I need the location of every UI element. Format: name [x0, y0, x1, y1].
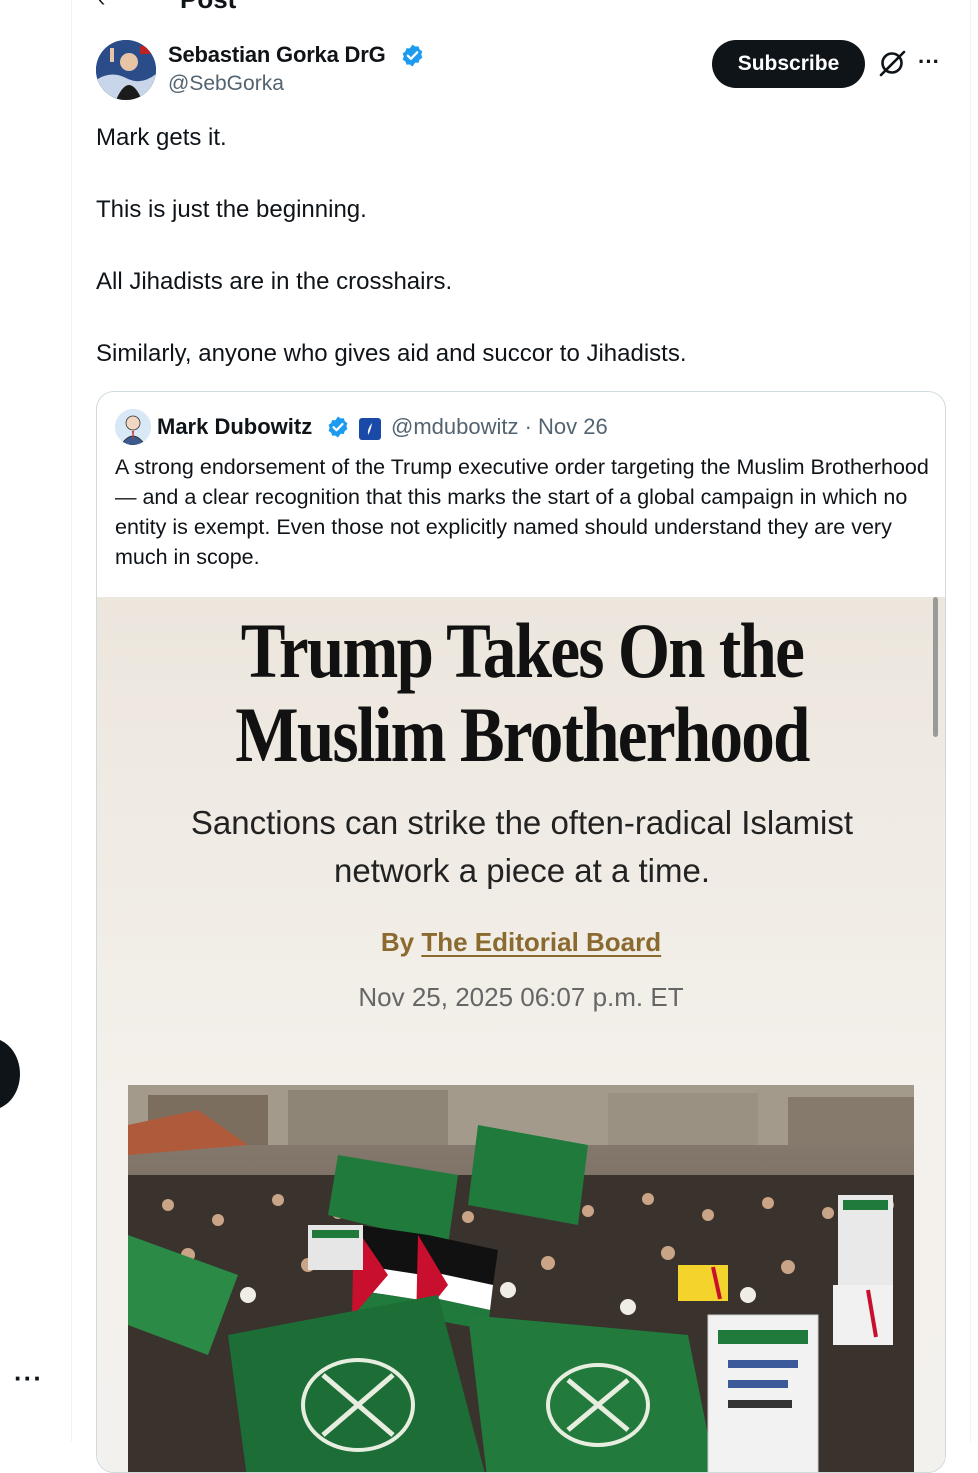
- post-paragraph: Mark gets it.: [96, 124, 227, 151]
- verified-badge-icon: [328, 416, 348, 438]
- author-avatar[interactable]: [96, 40, 156, 100]
- left-navigation-rail: ···: [0, 0, 72, 1442]
- back-arrow-icon[interactable]: ‹: [98, 0, 105, 12]
- column-divider: [970, 0, 971, 1442]
- post-compose-button[interactable]: [0, 1038, 20, 1110]
- article-byline: By The Editorial Board: [97, 927, 945, 958]
- post-paragraph: This is just the beginning.: [96, 196, 367, 223]
- article-subheadline: Sanctions can strike the often-radical I…: [190, 804, 854, 889]
- more-options-icon[interactable]: ···: [14, 1365, 43, 1391]
- more-icon[interactable]: ···: [918, 50, 948, 74]
- page-title: Post: [180, 0, 236, 15]
- subscribe-button[interactable]: Subscribe: [712, 40, 865, 88]
- article-headline: Trump Takes On the Muslim Brotherhood: [235, 607, 810, 778]
- quoted-author-avatar[interactable]: [115, 409, 151, 445]
- post-text: Mark gets it. This is just the beginning…: [96, 120, 956, 408]
- byline-prefix: By: [380, 927, 415, 957]
- byline-author-link[interactable]: The Editorial Board: [421, 927, 661, 957]
- article-preview-image[interactable]: Trump Takes On the Muslim Brotherhood Sa…: [97, 597, 945, 1472]
- post-paragraph: All Jihadists are in the crosshairs.: [96, 268, 453, 295]
- article-date: Nov 25, 2025 06:07 p.m. ET: [358, 982, 684, 1012]
- affiliation-badge-icon[interactable]: [359, 418, 381, 440]
- verified-badge-icon: [402, 44, 423, 67]
- scrollbar[interactable]: [933, 597, 938, 737]
- quoted-post-text: A strong endorsement of the Trump execut…: [115, 455, 929, 569]
- author-name[interactable]: Sebastian Gorka DrG: [168, 42, 386, 68]
- grok-icon[interactable]: [877, 48, 907, 78]
- post-paragraph: Similarly, anyone who gives aid and succ…: [96, 340, 687, 367]
- protest-crowd-photo: [128, 1085, 914, 1472]
- quoted-handle-date[interactable]: @mdubowitz · Nov 26: [391, 414, 608, 440]
- quoted-author-name[interactable]: Mark Dubowitz: [157, 414, 312, 440]
- quoted-post-card[interactable]: Mark Dubowitz @mdubowitz · Nov 26 A stro…: [96, 391, 946, 1473]
- author-handle[interactable]: @SebGorka: [168, 72, 284, 96]
